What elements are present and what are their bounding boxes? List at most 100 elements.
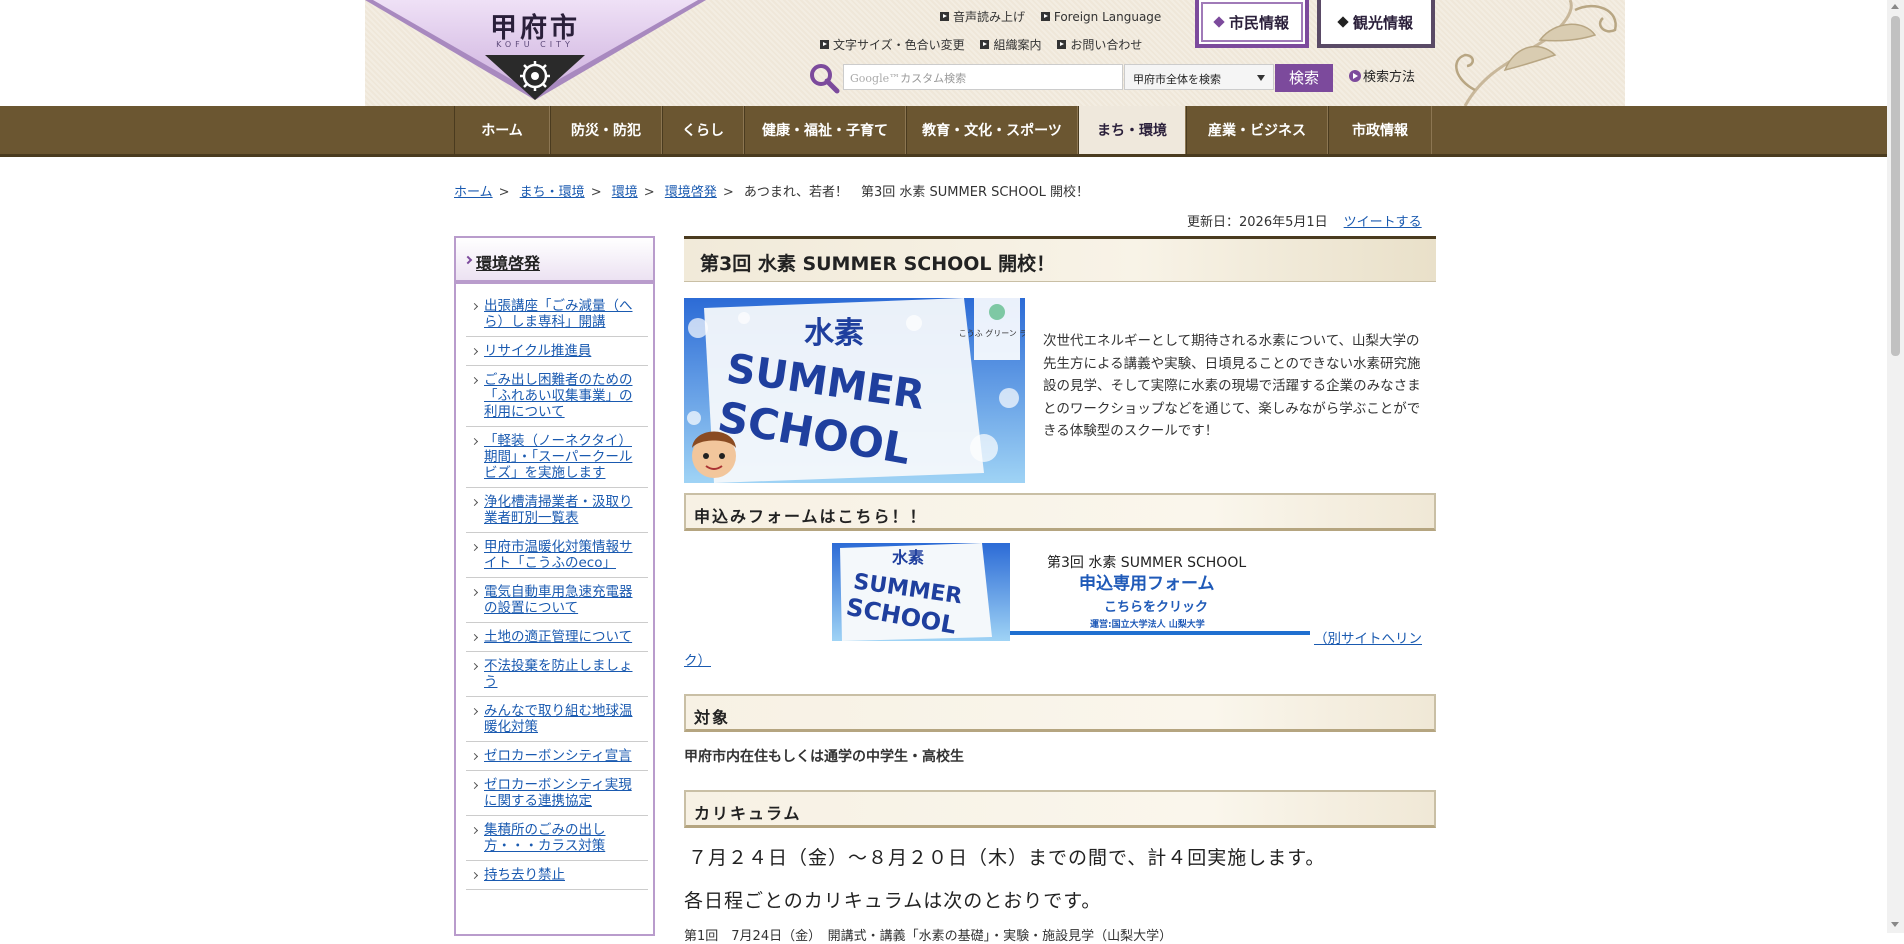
svg-text:水素: 水素 bbox=[892, 548, 924, 567]
banner-line-2: 申込専用フォーム bbox=[1079, 573, 1215, 594]
sidebar-link[interactable]: ゼロカーボンシティ実現に関する連携協定 bbox=[484, 777, 632, 809]
sidebar-link[interactable]: 出張講座「ごみ減量（へら）しま専科」開講 bbox=[484, 298, 633, 330]
sidebar-item: リサイクル推進員 bbox=[466, 337, 648, 366]
chevron-down-icon bbox=[1257, 75, 1265, 81]
breadcrumb-separator: > bbox=[722, 185, 734, 200]
text-size-label: 文字サイズ・色合い変更 bbox=[833, 38, 965, 52]
section-title: 対象 bbox=[694, 708, 731, 727]
external-link-first-part[interactable]: （別サイトへリン bbox=[1314, 627, 1422, 647]
sidebar-item: 浄化槽清掃業者・汲取り業者町別一覧表 bbox=[466, 488, 648, 533]
sidebar-link[interactable]: リサイクル推進員 bbox=[484, 343, 591, 359]
tab-tourism-info[interactable]: 観光情報 bbox=[1317, 0, 1435, 48]
site-header: 甲府市 KOFU CITY 音声読み上げ Foreign Language 文字… bbox=[0, 0, 1904, 106]
sidebar-link[interactable]: ゼロカーボンシティ宣言 bbox=[484, 748, 632, 764]
sidebar-item: 甲府市温暖化対策情報サイト「こうふのeco」 bbox=[466, 533, 648, 578]
tab-tourism-label: 観光情報 bbox=[1352, 13, 1413, 32]
banner-line-3: こちらをクリック bbox=[1104, 600, 1208, 615]
external-link-second-part[interactable]: ク） bbox=[684, 649, 711, 669]
global-nav-items: ホーム 防災・防犯 くらし 健康・福祉・子育て 教育・文化・スポーツ まち・環境… bbox=[454, 106, 1432, 154]
application-form-banner[interactable]: 水素 SUMMER SCHOOL 第3回 水素 SUMMER SCHOOL 申込… bbox=[832, 543, 1310, 641]
nav-town-environment[interactable]: まち・環境 bbox=[1078, 106, 1186, 154]
nav-home[interactable]: ホーム bbox=[454, 106, 550, 154]
breadcrumb-environment-awareness[interactable]: 環境啓発 bbox=[665, 185, 717, 200]
foreign-language-label: Foreign Language bbox=[1053, 9, 1162, 24]
curriculum-schedule-text: ７月２４日（金）～８月２０日（木）までの間で、計４回実施します。 bbox=[688, 847, 1326, 869]
nav-education-culture[interactable]: 教育・文化・スポーツ bbox=[906, 106, 1078, 154]
sidebar-item: みんなで取り組む地球温暖化対策 bbox=[466, 697, 648, 742]
section-title: カリキュラム bbox=[694, 804, 802, 823]
foreign-language-link[interactable]: Foreign Language bbox=[1040, 9, 1162, 24]
arrow-icon bbox=[940, 12, 949, 21]
page-scrollbar[interactable] bbox=[1887, 0, 1904, 933]
search-placeholder: カスタム検索 bbox=[900, 72, 967, 85]
search-input[interactable]: Google™カスタム検索 bbox=[843, 64, 1123, 90]
read-aloud-label: 音声読み上げ bbox=[953, 10, 1026, 24]
section-header-curriculum: カリキュラム bbox=[684, 790, 1436, 828]
sidebar-item: 土地の適正管理について bbox=[466, 623, 648, 652]
breadcrumb: ホーム > まち・環境 > 環境 > 環境啓発 > あつまれ、若者！ 第3回 水素 SU… bbox=[454, 181, 1089, 200]
arrow-icon bbox=[980, 40, 990, 49]
breadcrumb-town-environment[interactable]: まち・環境 bbox=[520, 185, 585, 200]
tweet-link[interactable]: ツイートする bbox=[1344, 215, 1422, 230]
contact-link[interactable]: お問い合わせ bbox=[1057, 36, 1142, 53]
read-aloud-link[interactable]: 音声読み上げ bbox=[940, 8, 1025, 25]
nav-living[interactable]: くらし bbox=[662, 106, 744, 154]
hero-label-kanji: 水素 bbox=[804, 316, 864, 351]
organization-label: 組織案内 bbox=[993, 38, 1042, 52]
scroll-down-icon[interactable] bbox=[1891, 922, 1899, 927]
search-icon bbox=[810, 64, 840, 94]
nav-city-government[interactable]: 市政情報 bbox=[1328, 106, 1432, 154]
curriculum-session-text: 第1回 7月24日（金） 開講式・講義「水素の基礎」・実験・施設見学（山梨大学） bbox=[684, 929, 1173, 944]
sidebar-link[interactable]: 甲府市温暖化対策情報サイト「こうふのeco」 bbox=[484, 539, 633, 571]
diamond-icon bbox=[1337, 16, 1349, 28]
search-button[interactable]: 検索 bbox=[1275, 64, 1333, 92]
tab-citizen-label: 市民情報 bbox=[1228, 13, 1289, 32]
sidebar-item: ごみ出し困難者のための「ふれあい収集事業」の利用について bbox=[466, 366, 648, 427]
sidebar-item: 電気自動車用急速充電器の設置について bbox=[466, 578, 648, 623]
sidebar-item: ゼロカーボンシティ実現に関する連携協定 bbox=[466, 771, 648, 816]
arrow-icon bbox=[1057, 40, 1067, 49]
arrow-icon bbox=[820, 40, 829, 49]
search-brand: Google™ bbox=[850, 72, 901, 85]
sidebar-link[interactable]: 持ち去り禁止 bbox=[484, 867, 565, 883]
sidebar-link[interactable]: 不法投棄を防止しましょう bbox=[484, 658, 633, 690]
sidebar-link[interactable]: 浄化槽清掃業者・汲取り業者町別一覧表 bbox=[484, 494, 633, 526]
nav-disaster-prevention[interactable]: 防災・防犯 bbox=[550, 106, 662, 154]
section-title: 申込みフォームはこちら！！ bbox=[694, 507, 928, 526]
diamond-icon bbox=[1213, 16, 1225, 28]
sidebar-item: 持ち去り禁止 bbox=[466, 861, 648, 890]
global-nav: ホーム 防災・防犯 くらし 健康・福祉・子育て 教育・文化・スポーツ まち・環境… bbox=[0, 106, 1904, 157]
contact-label: お問い合わせ bbox=[1070, 38, 1143, 52]
banner-line-1: 第3回 水素 SUMMER SCHOOL bbox=[1047, 554, 1246, 571]
nav-health-welfare[interactable]: 健康・福祉・子育て bbox=[744, 106, 906, 154]
sidebar-item: 出張講座「ごみ減量（へら）しま専科」開講 bbox=[466, 292, 648, 337]
target-text: 甲府市内在住もしくは通学の中学生・高校生 bbox=[684, 749, 964, 765]
breadcrumb-home[interactable]: ホーム bbox=[454, 185, 493, 200]
breadcrumb-environment[interactable]: 環境 bbox=[612, 185, 638, 200]
sidebar-link[interactable]: 集積所のごみの出し方・・・カラス対策 bbox=[484, 822, 606, 854]
curriculum-detail-text: 各日程ごとのカリキュラムは次のとおりです。 bbox=[684, 890, 1102, 912]
search-help-link[interactable]: 検索方法 bbox=[1349, 66, 1415, 85]
scrollbar-thumb[interactable] bbox=[1891, 16, 1900, 356]
sidebar-item: 集積所のごみの出し方・・・カラス対策 bbox=[466, 816, 648, 861]
scroll-up-icon[interactable] bbox=[1891, 4, 1899, 9]
breadcrumb-separator: > bbox=[643, 185, 655, 200]
sidebar-title: 環境啓発 bbox=[476, 254, 541, 273]
breadcrumb-separator: > bbox=[590, 185, 602, 200]
sidebar-item: 不法投棄を防止しましょう bbox=[466, 652, 648, 697]
sidebar-link[interactable]: 「軽装（ノーネクタイ）期間」・「スーパークールビズ」を実施します bbox=[484, 433, 632, 481]
text-size-link[interactable]: 文字サイズ・色合い変更 bbox=[820, 36, 965, 53]
search-scope-select[interactable]: 甲府市全体を検索 bbox=[1124, 64, 1274, 90]
nav-industry-business[interactable]: 産業・ビジネス bbox=[1186, 106, 1328, 154]
sidebar-link[interactable]: 電気自動車用急速充電器の設置について bbox=[484, 584, 633, 616]
breadcrumb-separator: > bbox=[498, 185, 510, 200]
organization-link[interactable]: 組織案内 bbox=[980, 36, 1042, 53]
sidebar-heading[interactable]: 環境啓発 bbox=[454, 236, 655, 284]
breadcrumb-current: あつまれ、若者！ 第3回 水素 SUMMER SCHOOL 開校！ bbox=[743, 185, 1090, 200]
sidebar-link[interactable]: ごみ出し困難者のための「ふれあい収集事業」の利用について bbox=[484, 372, 633, 420]
tab-citizen-info[interactable]: 市民情報 bbox=[1195, 0, 1309, 48]
sidebar-link[interactable]: みんなで取り組む地球温暖化対策 bbox=[484, 703, 633, 735]
intro-text: 次世代エネルギーとして期待される水素について、山梨大学の先生方による講義や実験、… bbox=[1043, 333, 1421, 439]
summer-school-hero-image: 水素 SUMMER SCHOOL こうふ グリーン ラボ bbox=[684, 298, 1025, 483]
sidebar-link[interactable]: 土地の適正管理について bbox=[484, 629, 632, 645]
